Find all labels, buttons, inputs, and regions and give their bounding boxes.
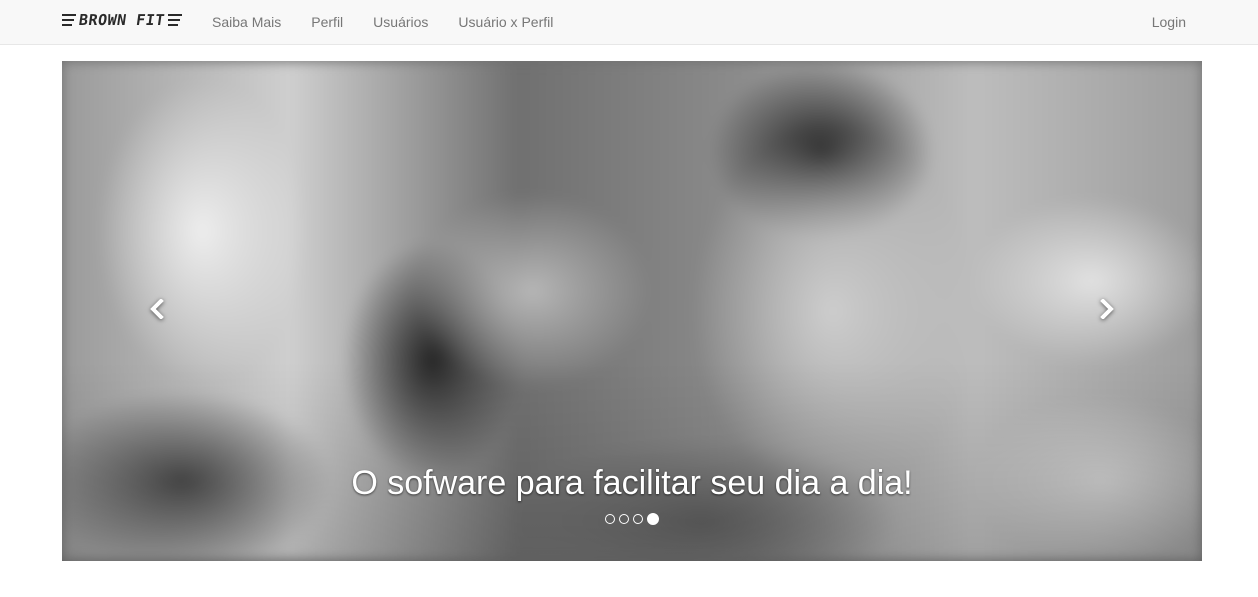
carousel-indicator[interactable] bbox=[619, 514, 629, 524]
nav-link-perfil[interactable]: Perfil bbox=[296, 0, 358, 44]
nav-links: Saiba Mais Perfil Usuários Usuário x Per… bbox=[197, 0, 568, 44]
nav-right: Login bbox=[1137, 0, 1201, 44]
nav-link-saiba-mais[interactable]: Saiba Mais bbox=[197, 0, 296, 44]
carousel-indicators bbox=[62, 513, 1202, 525]
navbar: BROWN FIT Saiba Mais Perfil Usuários Usu… bbox=[0, 0, 1258, 45]
hero-carousel: O sofware para facilitar seu dia a dia! bbox=[62, 61, 1202, 561]
carousel-indicator-active[interactable] bbox=[647, 513, 659, 525]
chevron-left-icon bbox=[149, 297, 165, 324]
brand-name: BROWN FIT bbox=[77, 11, 167, 29]
carousel-indicator[interactable] bbox=[605, 514, 615, 524]
chevron-right-icon bbox=[1099, 297, 1115, 324]
carousel-indicator[interactable] bbox=[633, 514, 643, 524]
carousel-caption: O sofware para facilitar seu dia a dia! bbox=[351, 464, 913, 502]
login-link[interactable]: Login bbox=[1137, 0, 1201, 44]
brand-right-lines bbox=[167, 14, 182, 26]
brand-logo[interactable]: BROWN FIT bbox=[62, 8, 182, 32]
brand-left-lines bbox=[62, 14, 76, 26]
nav-link-usuario-x-perfil[interactable]: Usuário x Perfil bbox=[443, 0, 568, 44]
nav-link-usuarios[interactable]: Usuários bbox=[358, 0, 443, 44]
